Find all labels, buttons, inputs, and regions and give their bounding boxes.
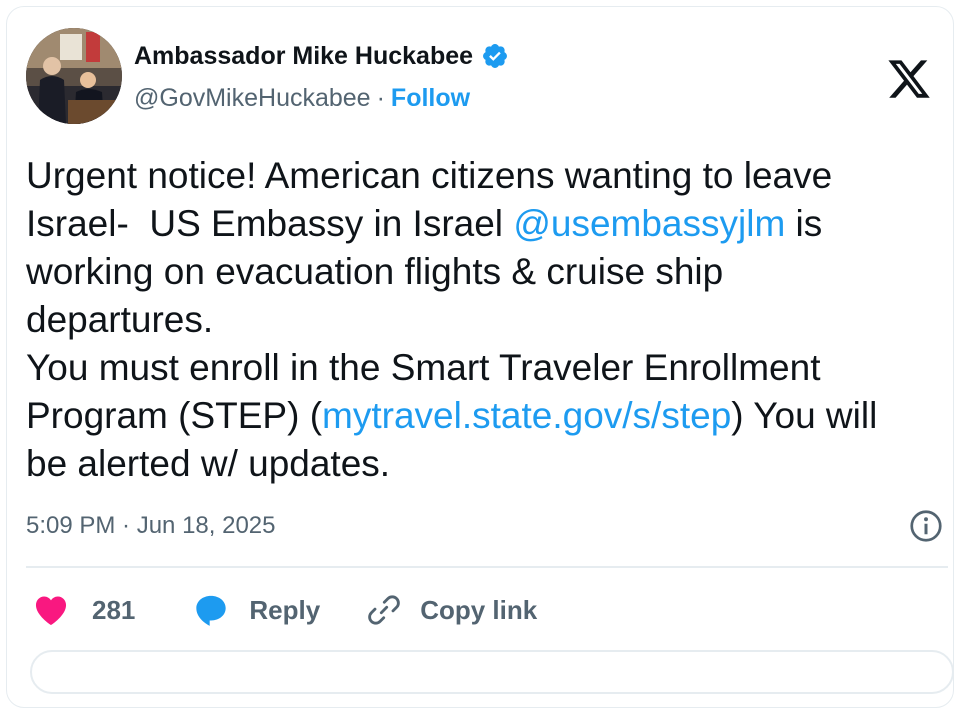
url-link[interactable]: mytravel.state.gov/s/step xyxy=(322,395,731,436)
follow-button[interactable]: Follow xyxy=(391,84,470,113)
reply-button[interactable]: Reply xyxy=(191,590,320,630)
handle-row: @GovMikeHuckabee · Follow xyxy=(134,82,509,114)
timestamp[interactable]: 5:09 PM · Jun 18, 2025 xyxy=(26,512,276,540)
like-button[interactable]: 281 xyxy=(32,591,135,629)
divider xyxy=(26,566,948,568)
avatar-photo xyxy=(26,28,122,124)
separator-dot: · xyxy=(376,83,385,112)
heart-icon xyxy=(35,596,67,626)
read-replies-box[interactable] xyxy=(30,650,954,694)
copy-link-button[interactable]: Copy link xyxy=(366,592,537,628)
mention-link[interactable]: @usembassyjlm xyxy=(513,203,785,244)
user-info: Ambassador Mike Huckabee @GovMikeHuckabe… xyxy=(134,38,509,114)
info-icon[interactable] xyxy=(908,508,944,544)
like-count: 281 xyxy=(92,594,136,625)
tweet-embed-card: Ambassador Mike Huckabee @GovMikeHuckabe… xyxy=(0,0,960,708)
verified-badge-icon xyxy=(483,44,507,68)
tweet-text: Urgent notice! American citizens wanting… xyxy=(26,152,946,488)
x-logo-icon[interactable] xyxy=(886,56,932,102)
action-bar: 281 Reply Copy link xyxy=(32,588,537,632)
copy-link-label: Copy link xyxy=(420,594,538,625)
reply-label: Reply xyxy=(249,594,321,625)
avatar[interactable] xyxy=(26,28,122,124)
handle[interactable]: @GovMikeHuckabee xyxy=(134,84,371,113)
link-icon xyxy=(368,595,401,625)
name-row: Ambassador Mike Huckabee xyxy=(134,38,509,74)
tweet-header: Ambassador Mike Huckabee @GovMikeHuckabe… xyxy=(26,28,946,128)
meta-row: 5:09 PM · Jun 18, 2025 xyxy=(26,508,944,544)
display-name[interactable]: Ambassador Mike Huckabee xyxy=(134,42,473,71)
reply-bubble-icon xyxy=(196,595,227,626)
